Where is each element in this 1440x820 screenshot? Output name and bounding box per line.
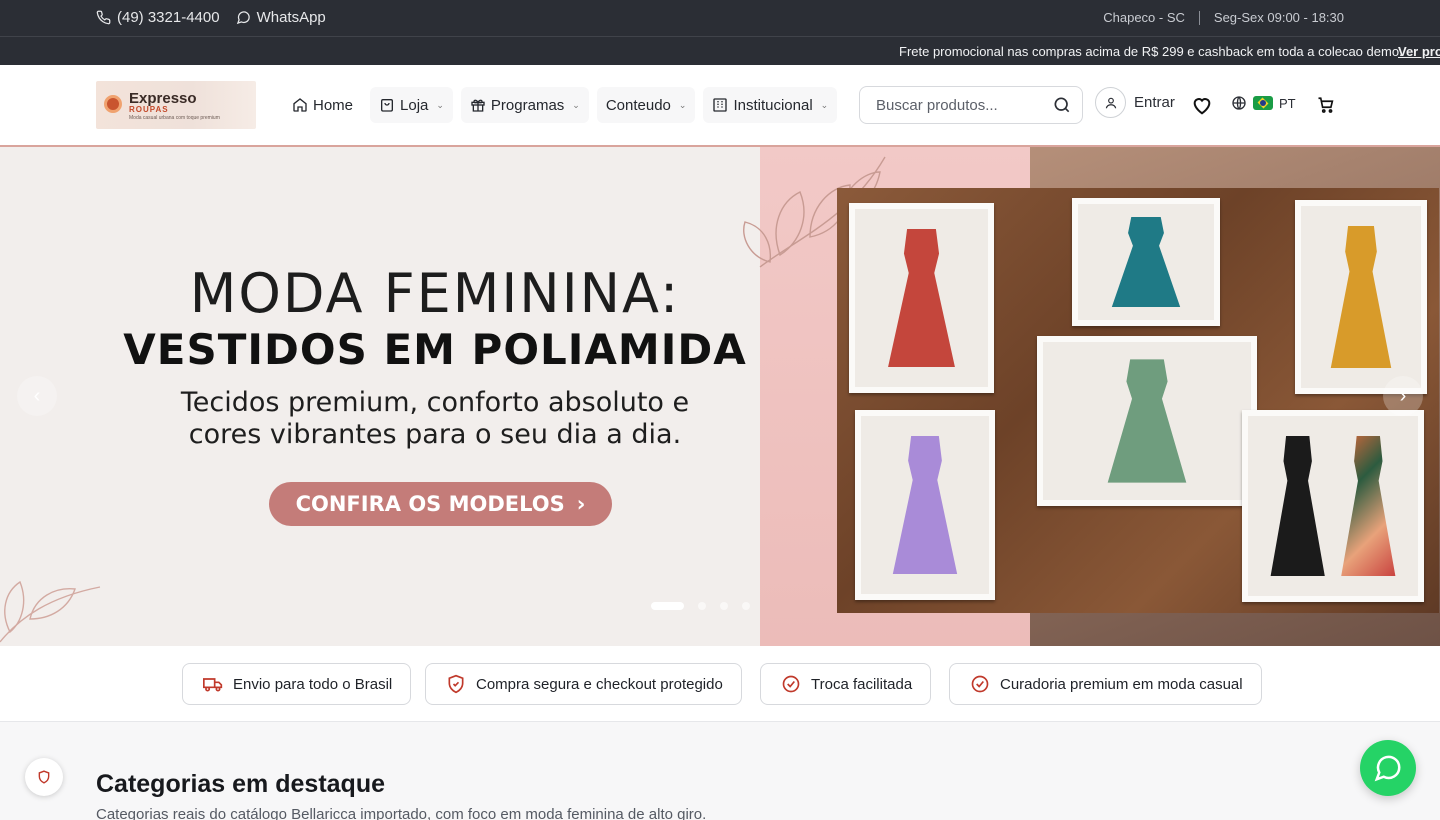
- truck-icon: [203, 678, 223, 692]
- feature-curation: Curadoria premium em moda casual: [949, 663, 1262, 705]
- carousel-dot[interactable]: [742, 602, 750, 610]
- nav-institucional[interactable]: Institucional ⌄: [703, 87, 838, 123]
- language-code: PT: [1279, 95, 1296, 111]
- nav-conteudo[interactable]: Conteudo ⌄: [596, 87, 696, 123]
- phone-link[interactable]: (49) 3321-4400: [96, 9, 220, 26]
- feature-label: Envio para todo o Brasil: [233, 675, 393, 693]
- carousel-next-button[interactable]: ›: [1383, 376, 1423, 416]
- feature-exchange: Troca facilitada: [760, 663, 932, 705]
- shopping-bag-icon: [381, 99, 394, 112]
- chevron-down-icon: ⌄: [820, 99, 829, 110]
- carousel-dot[interactable]: [698, 602, 706, 610]
- language-selector[interactable]: PT: [1231, 95, 1296, 111]
- carousel-dot[interactable]: [720, 602, 728, 610]
- hero-carousel: MODA FEMININA: VESTIDOS EM POLIAMIDA Tec…: [0, 147, 1440, 646]
- cart-icon[interactable]: [1317, 96, 1335, 114]
- login-button[interactable]: Entrar: [1095, 87, 1175, 118]
- feature-secure-checkout: Compra segura e checkout protegido: [425, 663, 742, 705]
- login-label: Entrar: [1134, 94, 1175, 111]
- featured-categories-section: Categorias em destaque Categorias reais …: [0, 722, 1440, 820]
- whatsapp-link[interactable]: WhatsApp: [236, 9, 326, 26]
- feature-label: Compra segura e checkout protegido: [476, 675, 723, 693]
- phone-icon: [96, 10, 111, 25]
- promo-text: Frete promocional nas compras acima de R…: [899, 44, 1403, 59]
- chevron-left-icon: ‹: [33, 384, 41, 407]
- globe-icon: [1232, 96, 1246, 110]
- chevron-right-icon: ›: [1399, 384, 1407, 407]
- building-icon: [713, 98, 728, 112]
- nav-loja-label: Loja: [400, 96, 429, 114]
- logo-sub: ROUPAS: [129, 105, 169, 114]
- store-hours: Seg-Sex 09:00 - 18:30: [1213, 10, 1344, 25]
- search-box: [859, 86, 1083, 124]
- feature-shipping: Envio para todo o Brasil: [182, 663, 412, 705]
- nav-programas-label: Programas: [490, 96, 565, 114]
- features-bar: Envio para todo o Brasil Compra segura e…: [0, 646, 1440, 722]
- whatsapp-label: WhatsApp: [256, 9, 326, 26]
- section-title: Categorias em destaque: [96, 770, 385, 798]
- promo-bar: Frete promocional nas compras acima de R…: [0, 36, 1440, 65]
- carousel-indicators: [651, 602, 750, 610]
- search-input[interactable]: [876, 96, 1046, 114]
- hero-product-image: [837, 188, 1439, 613]
- product-photo-teal-dress: [1072, 198, 1220, 326]
- divider: [1198, 10, 1200, 25]
- nav-programas[interactable]: Programas ⌄: [460, 87, 589, 123]
- chat-bubble-icon: [236, 11, 250, 25]
- nav-conteudo-label: Conteudo: [605, 96, 671, 114]
- whatsapp-icon: [1374, 755, 1401, 782]
- product-photo-red-dress: [849, 203, 994, 393]
- nav-home[interactable]: Home: [283, 87, 362, 123]
- carousel-prev-button[interactable]: ‹: [17, 376, 57, 416]
- chevron-right-icon: ›: [576, 492, 586, 516]
- logo-tagline: Moda casual urbana com toque premium: [129, 115, 220, 121]
- avatar: [1095, 87, 1126, 118]
- heart-icon[interactable]: [1191, 94, 1213, 116]
- hero-subtitle-line: cores vibrantes para o seu dia a dia.: [188, 419, 682, 450]
- hero-cta-button[interactable]: CONFIRA OS MODELOS ›: [269, 482, 612, 526]
- main-nav: Home Loja ⌄ Programas ⌄ Conteudo ⌄ Insti…: [283, 87, 838, 123]
- logo-mark: [104, 95, 122, 113]
- hero-subtitle-line: Tecidos premium, conforto absoluto e: [180, 387, 690, 418]
- shield-icon: [38, 770, 50, 784]
- chevron-down-icon: ⌄: [678, 99, 687, 110]
- product-photo-black-floral-dress: [1242, 410, 1424, 602]
- privacy-badge-button[interactable]: [25, 758, 63, 796]
- product-photo-green-dress: [1037, 336, 1257, 506]
- check-circle-icon: [782, 675, 800, 693]
- leaf-decoration: [0, 580, 101, 643]
- hero-title: MODA FEMININA:: [189, 262, 681, 325]
- carousel-dot[interactable]: [651, 602, 684, 610]
- product-photo-yellow-dress: [1295, 200, 1427, 394]
- home-icon: [293, 98, 307, 112]
- gift-icon: [471, 99, 485, 112]
- search-icon[interactable]: [1052, 95, 1072, 115]
- brazil-flag-icon: [1253, 96, 1273, 110]
- hero-subtitle: Tecidos premium, conforto absoluto e cor…: [130, 387, 740, 451]
- top-bar: (49) 3321-4400 WhatsApp Chapeco - SC Seg…: [0, 0, 1440, 36]
- nav-institucional-label: Institucional: [733, 96, 813, 114]
- product-photo-lilac-dress: [855, 410, 995, 600]
- whatsapp-float-button[interactable]: [1360, 740, 1416, 796]
- nav-home-label: Home: [313, 96, 354, 114]
- hero-cta-label: CONFIRA OS MODELOS: [295, 492, 565, 516]
- phone-number: (49) 3321-4400: [117, 9, 220, 26]
- chevron-down-icon: ⌄: [572, 99, 580, 110]
- shield-icon: [448, 674, 464, 694]
- chevron-down-icon: ⌄: [436, 99, 444, 110]
- nav-loja[interactable]: Loja ⌄: [370, 87, 453, 123]
- hero-title-strong: VESTIDOS EM POLIAMIDA: [123, 325, 747, 374]
- logo[interactable]: Expresso ROUPAS Moda casual urbana com t…: [96, 81, 256, 129]
- feature-label: Troca facilitada: [811, 675, 913, 693]
- feature-label: Curadoria premium em moda casual: [1000, 675, 1243, 693]
- section-subtitle: Categorias reais do catálogo Bellaricca …: [96, 806, 707, 820]
- promo-link[interactable]: Ver pro: [1398, 44, 1440, 59]
- site-header: Expresso ROUPAS Moda casual urbana com t…: [0, 65, 1440, 147]
- check-circle-icon: [971, 675, 989, 693]
- store-location: Chapeco - SC: [1103, 10, 1185, 25]
- user-icon: [1105, 97, 1116, 108]
